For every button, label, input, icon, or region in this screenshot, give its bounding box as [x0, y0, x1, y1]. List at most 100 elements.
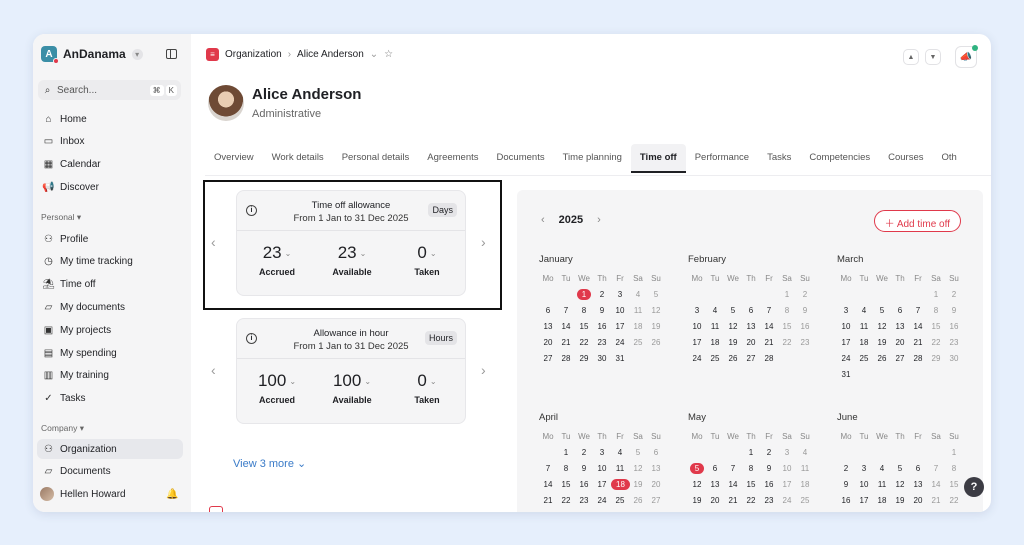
calendar-day[interactable]: 26	[688, 509, 706, 512]
calendar-day[interactable]: 20	[891, 335, 909, 351]
sidebar-item-home[interactable]: ⌂ Home	[37, 109, 183, 129]
stat-value[interactable]: 23 ⌄	[338, 243, 367, 263]
calendar-day[interactable]: 17	[688, 335, 706, 351]
calendar-day[interactable]: 22	[557, 493, 575, 509]
calendar-day[interactable]: 26	[891, 509, 909, 512]
calendar-day[interactable]: 8	[742, 461, 760, 477]
calendar-day[interactable]: 23	[575, 493, 593, 509]
calendar-day[interactable]: 28	[760, 351, 778, 367]
calendar-day[interactable]: 13	[647, 461, 665, 477]
calendar-day[interactable]: 10	[688, 319, 706, 335]
calendar-day[interactable]: 30	[760, 509, 778, 512]
chevron-up-icon[interactable]: ▲	[903, 49, 919, 65]
view-more-link[interactable]: View 3 more ⌄	[233, 457, 306, 470]
calendar-day[interactable]: 2	[796, 287, 814, 303]
calendar-day[interactable]: 29	[742, 509, 760, 512]
calendar-day[interactable]: 14	[909, 319, 927, 335]
calendar-day[interactable]: 11	[855, 319, 873, 335]
calendar-day[interactable]: 13	[539, 319, 557, 335]
calendar-day[interactable]: 20	[539, 335, 557, 351]
calendar-day[interactable]: 9	[593, 303, 611, 319]
calendar-day[interactable]: 13	[891, 319, 909, 335]
breadcrumb-current[interactable]: Alice Anderson	[297, 49, 364, 60]
calendar-day[interactable]: 28	[909, 351, 927, 367]
calendar-day[interactable]: 18	[629, 319, 647, 335]
calendar-day[interactable]: 18	[873, 493, 891, 509]
chevron-down-icon[interactable]: ⌄	[370, 49, 378, 60]
calendar-day[interactable]: 9	[837, 477, 855, 493]
calendar-day[interactable]: 15	[557, 477, 575, 493]
stat-value[interactable]: 100 ⌄	[258, 371, 296, 391]
chevron-right-icon[interactable]: ›	[481, 362, 486, 378]
star-icon[interactable]: ☆	[384, 49, 393, 60]
calendar-day[interactable]: 27	[909, 509, 927, 512]
calendar-day[interactable]: 27	[539, 351, 557, 367]
calendar-day[interactable]: 20	[706, 493, 724, 509]
tab-oth[interactable]: Oth	[933, 144, 966, 172]
calendar-day[interactable]: 24	[778, 493, 796, 509]
calendar-day[interactable]: 21	[760, 335, 778, 351]
calendar-day[interactable]: 7	[724, 461, 742, 477]
calendar-day[interactable]: 15	[945, 477, 963, 493]
sidebar-item-my-documents[interactable]: ▱ My documents	[37, 297, 183, 317]
calendar-day[interactable]: 9	[760, 461, 778, 477]
calendar-day[interactable]: 28	[557, 351, 575, 367]
calendar-day[interactable]: 6	[647, 445, 665, 461]
calendar-day[interactable]: 22	[945, 493, 963, 509]
calendar-day[interactable]: 3	[688, 303, 706, 319]
calendar-day[interactable]: 11	[873, 477, 891, 493]
sidebar-item-documents[interactable]: ▱ Documents	[37, 462, 183, 482]
calendar-day[interactable]: 7	[909, 303, 927, 319]
calendar-day[interactable]: 13	[909, 477, 927, 493]
calendar-day[interactable]: 28	[724, 509, 742, 512]
calendar-day[interactable]: 29	[557, 509, 575, 512]
calendar-day[interactable]: 1	[557, 445, 575, 461]
calendar-day[interactable]: 5	[891, 461, 909, 477]
calendar-day[interactable]: 23	[837, 509, 855, 512]
tab-courses[interactable]: Courses	[879, 144, 932, 172]
sidebar-toggle-icon[interactable]	[166, 49, 177, 59]
calendar-day[interactable]: 20	[647, 477, 665, 493]
calendar-day[interactable]: 30	[945, 351, 963, 367]
calendar-day[interactable]: 2	[760, 445, 778, 461]
calendar-day[interactable]: 26	[647, 335, 665, 351]
calendar-day[interactable]: 1	[927, 287, 945, 303]
calendar-day[interactable]: 5	[724, 303, 742, 319]
calendar-day[interactable]: 3	[837, 303, 855, 319]
calendar-day[interactable]: 17	[778, 477, 796, 493]
calendar-day[interactable]: 21	[909, 335, 927, 351]
calendar-day[interactable]: 2	[575, 445, 593, 461]
calendar-day[interactable]: 21	[927, 493, 945, 509]
calendar-day[interactable]: 4	[796, 445, 814, 461]
calendar-day[interactable]: 5	[647, 287, 665, 303]
calendar-day[interactable]: 4	[629, 287, 647, 303]
calendar-day[interactable]: 12	[891, 477, 909, 493]
calendar-day[interactable]: 5	[629, 445, 647, 461]
calendar-day[interactable]: 9	[575, 461, 593, 477]
calendar-day[interactable]: 19	[873, 335, 891, 351]
calendar-day[interactable]: 2	[945, 287, 963, 303]
calendar-day[interactable]: 24	[611, 335, 629, 351]
calendar-day[interactable]: 12	[873, 319, 891, 335]
calendar-day[interactable]: 14	[539, 477, 557, 493]
sidebar-item-my-time-tracking[interactable]: ◷ My time tracking	[37, 252, 183, 272]
calendar-day[interactable]: 14	[557, 319, 575, 335]
calendar-day[interactable]: 22	[927, 335, 945, 351]
calendar-day[interactable]: 25	[629, 335, 647, 351]
calendar-day[interactable]: 16	[945, 319, 963, 335]
calendar-day[interactable]: 25	[796, 493, 814, 509]
calendar-day[interactable]: 19	[891, 493, 909, 509]
calendar-day[interactable]: 19	[647, 319, 665, 335]
calendar-day[interactable]: 24	[855, 509, 873, 512]
calendar-day[interactable]: 17	[855, 493, 873, 509]
calendar-day[interactable]: 4	[873, 461, 891, 477]
calendar-day[interactable]: 8	[927, 303, 945, 319]
chevron-left-icon[interactable]: ‹	[541, 214, 545, 226]
calendar-day[interactable]: 6	[909, 461, 927, 477]
tab-tasks[interactable]: Tasks	[758, 144, 800, 172]
calendar-day[interactable]: 23	[945, 335, 963, 351]
sidebar-item-calendar[interactable]: ▦ Calendar	[37, 155, 183, 175]
calendar-day[interactable]: 20	[742, 335, 760, 351]
tab-competencies[interactable]: Competencies	[800, 144, 879, 172]
calendar-day[interactable]: 27	[647, 493, 665, 509]
